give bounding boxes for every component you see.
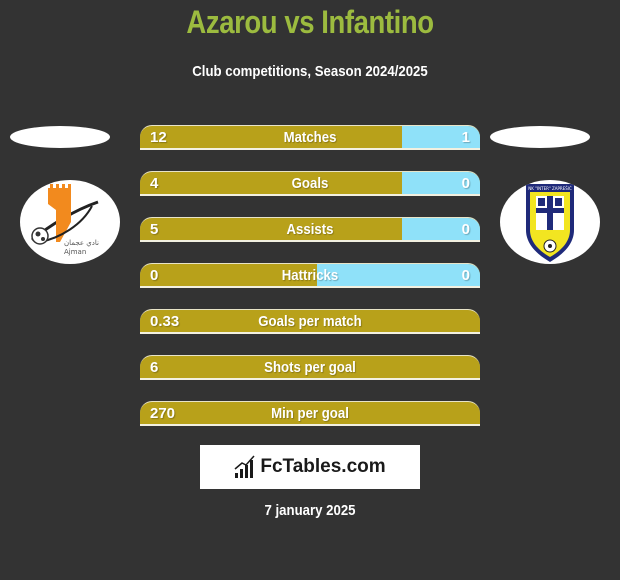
stat-row-shots-per-goal: 6 Shots per goal <box>140 355 480 380</box>
stat-row-assists: 5 Assists 0 <box>140 217 480 242</box>
stat-row-goals: 4 Goals 0 <box>140 171 480 196</box>
svg-text:نادي عجمان: نادي عجمان <box>64 239 99 247</box>
stat-label: Shots per goal <box>264 359 356 376</box>
stat-label: Matches <box>283 129 337 146</box>
stat-row-hattricks: 0 Hattricks 0 <box>140 263 480 288</box>
left-value: 0 <box>150 267 159 284</box>
report-date: 7 january 2025 <box>264 502 356 519</box>
right-value: 0 <box>461 267 470 284</box>
stat-label: Goals <box>291 175 329 192</box>
stat-label: Assists <box>286 221 334 238</box>
right-value: 0 <box>461 175 470 192</box>
stat-row-min-per-goal: 270 Min per goal <box>140 401 480 426</box>
stat-label: Goals per match <box>258 313 362 330</box>
stat-label: Min per goal <box>271 405 349 422</box>
stat-label: Hattricks <box>281 267 339 284</box>
left-club-logo: نادي عجمان Ajman <box>20 180 120 264</box>
bar-chart-icon <box>234 455 255 478</box>
left-value: 5 <box>150 221 159 238</box>
brand-name: FcTables.com <box>260 456 386 477</box>
page-title: Azarou vs Infantino <box>186 4 434 40</box>
svg-text:NK "INTER" ZAPREŠIĆ: NK "INTER" ZAPREŠIĆ <box>528 186 572 191</box>
left-value: 6 <box>150 359 159 376</box>
stat-row-matches: 12 Matches 1 <box>140 125 480 150</box>
left-value: 4 <box>150 175 159 192</box>
right-club-logo: NK "INTER" ZAPREŠIĆ <box>500 180 600 264</box>
right-player-badge <box>490 126 590 148</box>
right-value: 1 <box>461 129 470 146</box>
ajman-logo-icon: نادي عجمان Ajman <box>31 184 99 256</box>
page-subtitle: Club competitions, Season 2024/2025 <box>192 63 428 80</box>
fctables-brand[interactable]: FcTables.com <box>200 445 420 489</box>
left-player-badge <box>10 126 110 148</box>
right-value: 0 <box>461 221 470 238</box>
svg-text:Ajman: Ajman <box>64 248 86 256</box>
inter-zapresic-logo-icon: NK "INTER" ZAPREŠIĆ <box>526 184 574 262</box>
stat-row-goals-per-match: 0.33 Goals per match <box>140 309 480 334</box>
